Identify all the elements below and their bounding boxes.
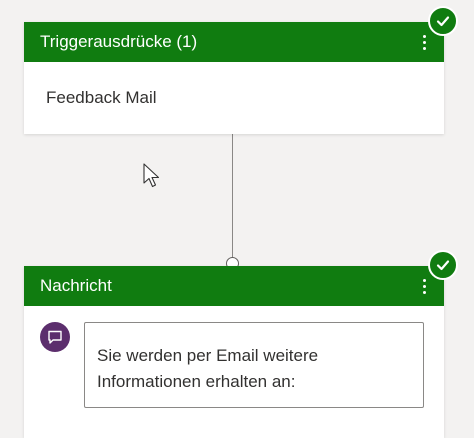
message-node-title: Nachricht [40,276,112,295]
authoring-canvas: Triggerausdrücke (1) Feedback Mail Nachr… [0,0,474,438]
trigger-node-body[interactable]: Feedback Mail [24,62,444,134]
message-node-body: Sie werden per Email weitere Information… [24,306,444,438]
connector-line [232,134,233,258]
trigger-phrase: Feedback Mail [46,88,157,107]
checkmark-circle-icon [428,250,458,280]
message-node[interactable]: Nachricht Sie werden per Email weitere I… [24,266,444,438]
trigger-node-title: Triggerausdrücke (1) [40,32,198,51]
trigger-node-header: Triggerausdrücke (1) [24,22,444,62]
chat-bubble-icon [40,322,70,352]
message-node-header: Nachricht [24,266,444,306]
message-text-box[interactable]: Sie werden per Email weitere Information… [84,322,424,408]
more-vertical-icon[interactable] [416,30,432,54]
more-vertical-icon[interactable] [416,274,432,298]
trigger-phrases-node[interactable]: Triggerausdrücke (1) Feedback Mail [24,22,444,134]
mouse-pointer-icon [143,163,161,194]
checkmark-circle-icon [428,6,458,36]
